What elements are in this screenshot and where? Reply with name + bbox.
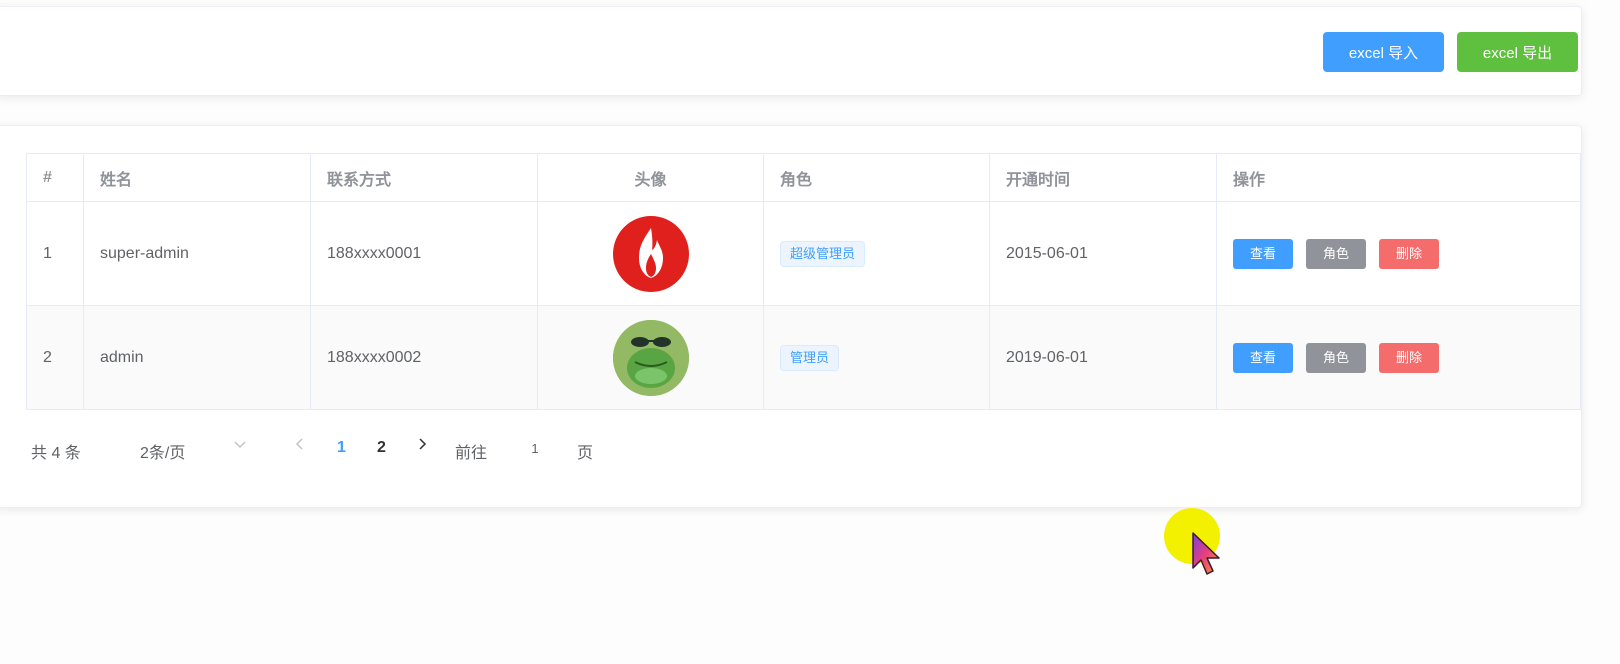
row-opened-date: 2019-06-01	[989, 305, 1217, 410]
excel-export-button[interactable]: excel 导出	[1457, 32, 1578, 72]
flame-icon	[638, 227, 663, 278]
row-name: super-admin	[83, 201, 311, 306]
table-row: 1 super-admin 188xxxx0001 超级管理员 2015-06-…	[26, 201, 1581, 306]
row-index: 2	[26, 305, 84, 410]
role-button[interactable]: 角色	[1306, 238, 1366, 269]
view-button[interactable]: 查看	[1233, 342, 1293, 373]
fire-logo-avatar	[612, 215, 689, 292]
mouse-pointer-icon	[1192, 532, 1220, 575]
table-header-row: # 姓名 联系方式 头像 角色 开通时间 操作	[26, 153, 1581, 202]
role-button[interactable]: 角色	[1306, 342, 1366, 373]
chevron-down-icon[interactable]	[233, 437, 247, 456]
chevron-left-icon[interactable]	[293, 437, 307, 456]
goto-label: 前往	[455, 445, 488, 462]
column-header-role: 角色	[763, 153, 990, 202]
column-header-name: 姓名	[83, 153, 311, 202]
page-size-select[interactable]: 2条/页	[140, 439, 185, 463]
page-number-2[interactable]: 2	[377, 439, 386, 457]
pagination-total: 共 4 条	[31, 445, 81, 462]
user-table: # 姓名 联系方式 头像 角色 开通时间 操作 1 super-admin 18…	[26, 153, 1581, 410]
delete-button[interactable]: 删除	[1379, 238, 1439, 269]
role-tag: 管理员	[780, 344, 840, 371]
role-tag: 超级管理员	[780, 240, 866, 267]
column-header-opened: 开通时间	[989, 153, 1217, 202]
frog-icon	[612, 319, 689, 396]
table-row: 2 admin 188xxxx0002 管理员 2019-06-01 查看 角色…	[26, 305, 1581, 410]
view-button[interactable]: 查看	[1233, 238, 1293, 269]
column-header-index: #	[26, 153, 84, 202]
delete-button[interactable]: 删除	[1379, 342, 1439, 373]
column-header-contact: 联系方式	[310, 153, 538, 202]
row-name: admin	[83, 305, 311, 410]
goto-page-input[interactable]: 1	[515, 441, 555, 456]
page-number-1[interactable]: 1	[337, 439, 346, 457]
page-unit-label: 页	[577, 445, 594, 462]
chevron-right-icon[interactable]	[415, 437, 429, 456]
pagination: 共 4 条 2条/页 1 2 前往 1 页	[0, 429, 1581, 469]
user-table-card: # 姓名 联系方式 头像 角色 开通时间 操作 1 super-admin 18…	[0, 125, 1582, 508]
row-contact: 188xxxx0002	[310, 305, 538, 410]
row-index: 1	[26, 201, 84, 306]
column-header-actions: 操作	[1216, 153, 1581, 202]
row-opened-date: 2015-06-01	[989, 201, 1217, 306]
toolbar-card: excel 导入 excel 导出	[0, 6, 1582, 96]
column-header-avatar: 头像	[537, 153, 764, 202]
row-contact: 188xxxx0001	[310, 201, 538, 306]
frog-sunglasses-avatar	[612, 319, 689, 396]
excel-import-button[interactable]: excel 导入	[1323, 32, 1444, 72]
